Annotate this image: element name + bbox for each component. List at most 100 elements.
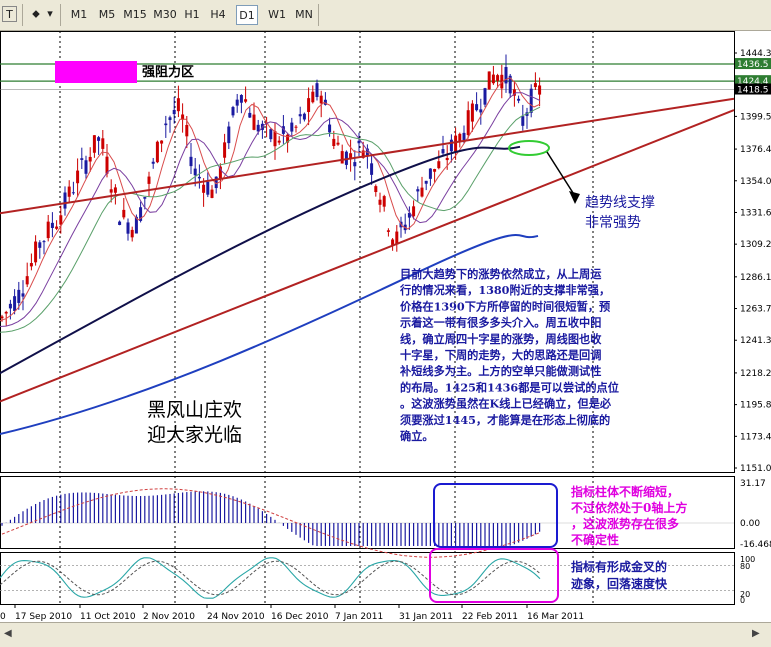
analysis-text-line: 须要涨过1445，才能算是在形态上彻底的 bbox=[400, 413, 610, 427]
date-axis-label: 17 Sep 2010 bbox=[15, 612, 72, 622]
candle-body bbox=[328, 124, 332, 133]
candle-body bbox=[143, 197, 147, 199]
date-axis-label: 31 Jan 2011 bbox=[399, 612, 453, 622]
candle-body bbox=[76, 170, 80, 184]
timeframe-button-h1[interactable]: H1 bbox=[182, 5, 202, 25]
candle-body bbox=[84, 160, 88, 174]
toolbar-separator bbox=[22, 4, 23, 26]
candle-body bbox=[290, 122, 294, 132]
candle-body bbox=[168, 117, 172, 121]
candle-body bbox=[67, 186, 71, 197]
toolbar-separator bbox=[318, 4, 319, 26]
candle-body bbox=[202, 184, 206, 193]
analysis-text-line: 十字星，下周的走势，大的思路还是回调 bbox=[400, 348, 601, 362]
candle-body bbox=[244, 99, 248, 102]
date-axis-label: 2 Nov 2010 bbox=[143, 612, 195, 622]
candle-body bbox=[151, 161, 155, 164]
macd-note-line: 指标柱体不断缩短， bbox=[571, 484, 679, 499]
candle-body bbox=[101, 138, 105, 149]
candle-body bbox=[441, 149, 445, 154]
candle-body bbox=[357, 140, 361, 144]
date-axis-label: 16 Dec 2010 bbox=[271, 612, 329, 622]
timeframe-button-h4[interactable]: H4 bbox=[208, 5, 228, 25]
candle-body bbox=[118, 221, 122, 225]
candle-body bbox=[294, 126, 298, 128]
candle-body bbox=[71, 192, 75, 194]
candle-body bbox=[122, 209, 126, 218]
candle-body bbox=[4, 311, 8, 314]
macd-axis-label: 0.00 bbox=[740, 519, 760, 529]
candle-body bbox=[538, 85, 542, 95]
scroll-left-icon[interactable]: ◀ bbox=[4, 628, 12, 639]
analysis-text-line: 的布局。1425和1436都是可以尝试的点位 bbox=[400, 380, 619, 394]
candle-body bbox=[445, 157, 449, 161]
candle-body bbox=[109, 189, 113, 193]
candle-body bbox=[252, 114, 256, 130]
candle-body bbox=[491, 74, 495, 84]
timeframe-button-d1[interactable]: D1 bbox=[236, 5, 258, 25]
candle-body bbox=[185, 124, 189, 137]
chevron-down-icon[interactable]: ▾ bbox=[42, 6, 58, 22]
stoch-note-line: 迹象，回落速度快 bbox=[571, 576, 668, 591]
candle-body bbox=[197, 176, 201, 179]
date-axis-label: 7 Jan 2011 bbox=[335, 612, 383, 622]
welcome-text-line: 迎大家光临 bbox=[147, 424, 242, 446]
candle-body bbox=[475, 104, 479, 111]
candle-body bbox=[458, 133, 462, 142]
candle-body bbox=[223, 142, 227, 158]
candle-body bbox=[428, 168, 432, 179]
candle-body bbox=[13, 296, 17, 311]
resistance-marker bbox=[55, 61, 137, 83]
stoch-note-line: 指标有形成金叉的 bbox=[571, 559, 667, 574]
candle-body bbox=[8, 303, 12, 309]
candle-body bbox=[160, 140, 164, 144]
candle-body bbox=[424, 180, 428, 184]
analysis-text-line: 。这波涨势虽然在K线上已经确立，但是必 bbox=[400, 397, 612, 411]
main-panel-bg bbox=[0, 31, 771, 472]
timeframe-button-m1[interactable]: M1 bbox=[68, 5, 90, 25]
candle-body bbox=[277, 140, 281, 143]
price-axis-label: 1309.2 bbox=[740, 240, 771, 250]
candle-body bbox=[487, 71, 491, 90]
resistance-label: 强阻力区 bbox=[142, 64, 194, 80]
timeframe-button-m15[interactable]: M15 bbox=[122, 5, 148, 25]
candle-body bbox=[25, 276, 29, 285]
candle-body bbox=[63, 192, 67, 209]
candle-body bbox=[273, 131, 277, 147]
price-axis-label: 1173.4 bbox=[740, 432, 771, 442]
price-chart[interactable]: 1444.3 1399.5 1376.4 1354.0 1331.6 1309.2 1286… bbox=[0, 31, 771, 622]
candle-body bbox=[462, 132, 466, 141]
price-axis-label: 1241.3 bbox=[740, 336, 771, 346]
candle-body bbox=[433, 169, 437, 172]
candle-body bbox=[231, 107, 235, 116]
timeframe-button-m30[interactable]: M30 bbox=[152, 5, 178, 25]
price-axis-label: 1286.1 bbox=[740, 273, 771, 283]
text-tool-icon[interactable]: T bbox=[2, 6, 17, 22]
timeframe-button-m5[interactable]: M5 bbox=[96, 5, 118, 25]
candle-body bbox=[113, 187, 117, 193]
candle-body bbox=[147, 176, 151, 184]
candle-body bbox=[336, 142, 340, 145]
analysis-text-line: 行的情况来看，1380附近的支撑非常强， bbox=[399, 283, 610, 297]
candle-body bbox=[517, 98, 521, 101]
candle-body bbox=[311, 91, 315, 103]
candle-body bbox=[248, 112, 252, 118]
candle-body bbox=[529, 88, 533, 113]
candle-body bbox=[164, 123, 168, 126]
analysis-text-line: 确立。 bbox=[400, 429, 434, 443]
candle-body bbox=[332, 138, 336, 147]
candle-body bbox=[88, 156, 92, 162]
candle-body bbox=[235, 99, 239, 106]
scroll-right-icon[interactable]: ▶ bbox=[752, 628, 760, 639]
date-axis-label: 0 bbox=[0, 612, 6, 622]
chart-scrollbar[interactable]: ◀ ▶ bbox=[0, 622, 771, 647]
candle-body bbox=[483, 88, 487, 105]
timeframe-button-w1[interactable]: W1 bbox=[266, 5, 288, 25]
analysis-text-line: 示着这一带有很多多头介入。周五收中阳 bbox=[400, 316, 601, 330]
candle-body bbox=[307, 98, 311, 113]
candle-body bbox=[353, 162, 357, 167]
candle-body bbox=[172, 109, 176, 115]
timeframe-button-mn[interactable]: MN bbox=[292, 5, 316, 25]
candle-body bbox=[437, 161, 441, 169]
stoch-d-line bbox=[0, 560, 541, 596]
